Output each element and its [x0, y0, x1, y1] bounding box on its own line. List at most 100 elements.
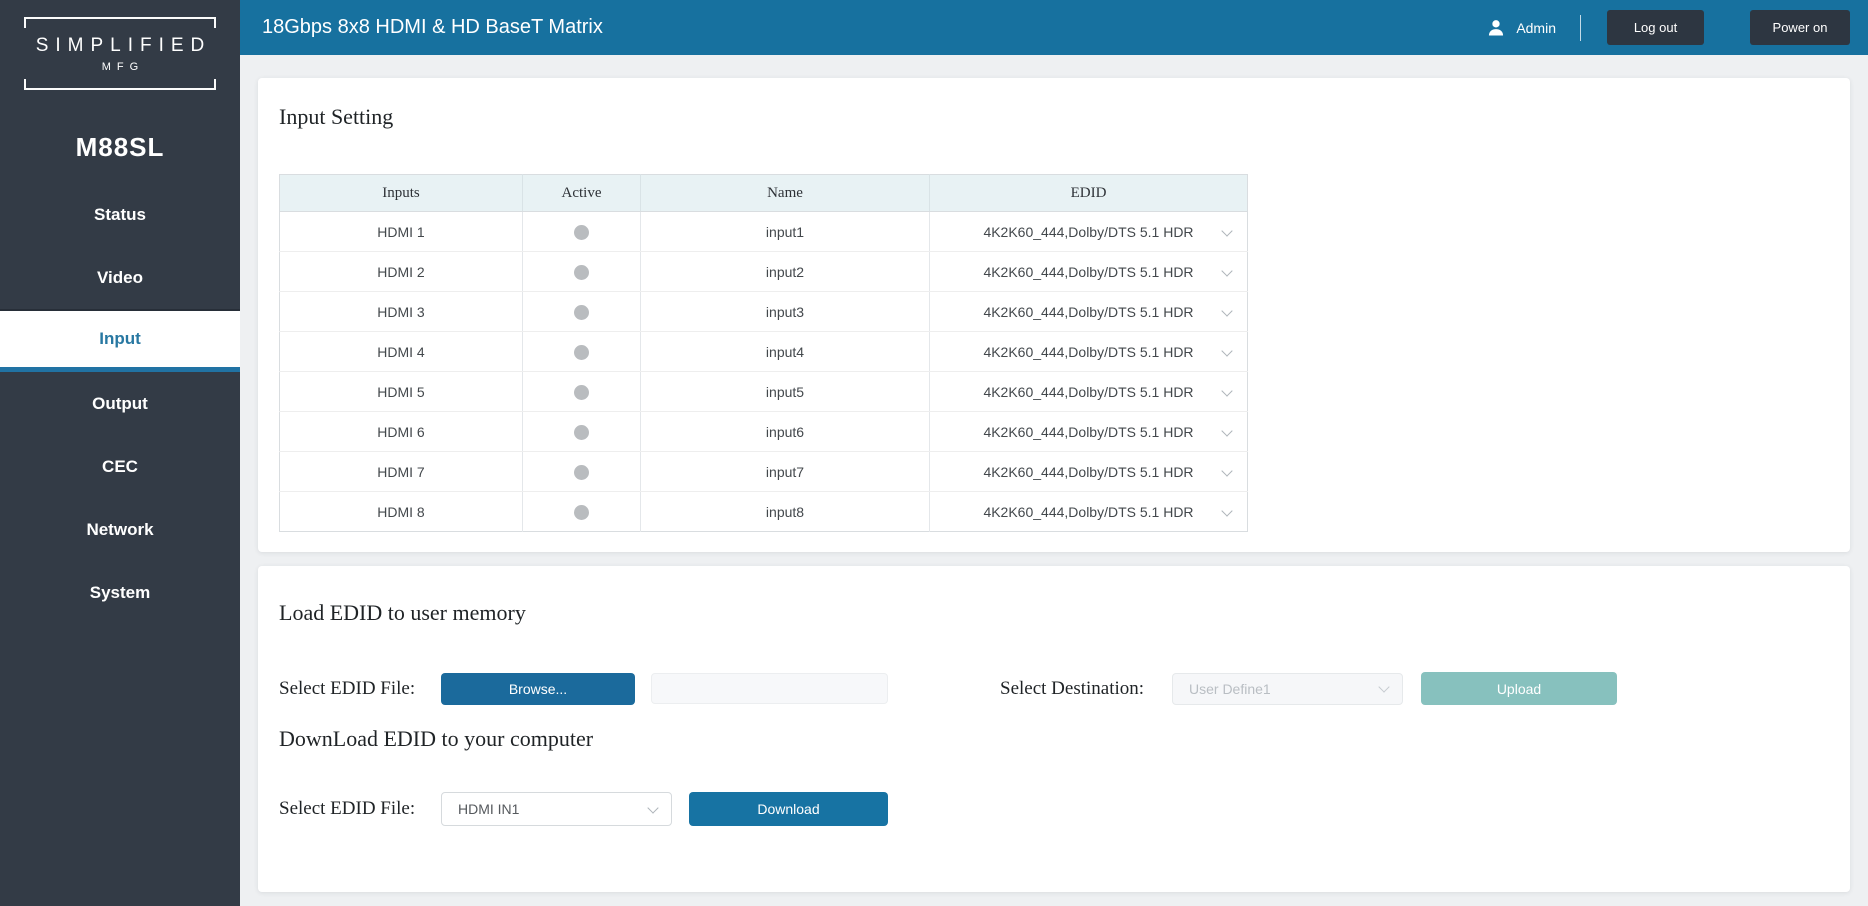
active-cell: [523, 492, 641, 532]
chevron-down-icon: [647, 802, 658, 813]
active-cell: [523, 372, 641, 412]
name-cell[interactable]: input8: [641, 492, 930, 532]
select-edid-file-label-download: Select EDID File:: [279, 798, 441, 820]
user-name: Admin: [1516, 20, 1556, 36]
edid-select-value: 4K2K60_444,Dolby/DTS 5.1 HDR: [983, 424, 1193, 440]
load-edid-title: Load EDID to user memory: [279, 598, 1850, 628]
logout-button[interactable]: Log out: [1607, 10, 1704, 45]
input-cell: HDMI 8: [280, 492, 523, 532]
upload-button[interactable]: Upload: [1421, 672, 1617, 705]
browse-button[interactable]: Browse...: [441, 673, 635, 705]
active-indicator: [574, 505, 589, 520]
chevron-down-icon: [1221, 305, 1232, 316]
table-row: HDMI 4input44K2K60_444,Dolby/DTS 5.1 HDR: [280, 332, 1248, 372]
select-destination-label: Select Destination:: [1000, 678, 1172, 700]
edid-select[interactable]: 4K2K60_444,Dolby/DTS 5.1 HDR: [930, 492, 1248, 532]
content: Input Setting Inputs Active Name EDID HD…: [240, 55, 1868, 906]
topbar: 18Gbps 8x8 HDMI & HD BaseT Matrix Admin …: [240, 0, 1868, 55]
sidebar-item-system[interactable]: System: [0, 561, 240, 624]
column-name: Name: [641, 175, 930, 212]
input-cell: HDMI 2: [280, 252, 523, 292]
name-cell[interactable]: input6: [641, 412, 930, 452]
input-cell: HDMI 5: [280, 372, 523, 412]
input-table: Inputs Active Name EDID HDMI 1input14K2K…: [279, 174, 1248, 532]
name-cell[interactable]: input1: [641, 212, 930, 252]
sidebar-item-output[interactable]: Output: [0, 372, 240, 435]
column-edid: EDID: [930, 175, 1248, 212]
active-cell: [523, 212, 641, 252]
name-cell[interactable]: input5: [641, 372, 930, 412]
download-edid-row: Select EDID File: HDMI IN1 Download: [279, 792, 1850, 826]
input-setting-card: Input Setting Inputs Active Name EDID HD…: [258, 78, 1850, 552]
edid-select[interactable]: 4K2K60_444,Dolby/DTS 5.1 HDR: [930, 412, 1248, 452]
sidebar-item-network[interactable]: Network: [0, 498, 240, 561]
edid-select[interactable]: 4K2K60_444,Dolby/DTS 5.1 HDR: [930, 372, 1248, 412]
select-edid-file-label: Select EDID File:: [279, 678, 441, 700]
chevron-down-icon: [1221, 265, 1232, 276]
chevron-down-icon: [1221, 345, 1232, 356]
edid-file-field[interactable]: [651, 673, 888, 704]
destination-select-value: User Define1: [1189, 681, 1271, 697]
table-row: HDMI 8 input8 4K2K60_444,Dolby/DTS 5.1 HDR: [280, 492, 1248, 532]
app-root: SIMPLIFIED MFG M88SL Status Video Input …: [0, 0, 1868, 906]
edid-select[interactable]: 4K2K60_444,Dolby/DTS 5.1 HDR: [930, 252, 1248, 292]
edid-select[interactable]: 4K2K60_444,Dolby/DTS 5.1 HDR: [930, 212, 1248, 252]
edid-card: Load EDID to user memory Select EDID Fil…: [258, 566, 1850, 892]
sidebar-item-video[interactable]: Video: [0, 246, 240, 309]
column-inputs: Inputs: [280, 175, 523, 212]
name-cell[interactable]: input3: [641, 292, 930, 332]
active-indicator: [574, 425, 589, 440]
input-cell: HDMI 7: [280, 452, 523, 492]
name-cell[interactable]: input2: [641, 252, 930, 292]
destination-select[interactable]: User Define1: [1172, 673, 1403, 705]
edid-source-select-value: HDMI IN1: [458, 801, 519, 817]
chevron-down-icon: [1221, 465, 1232, 476]
sidebar-nav: Status Video Input Output CEC Network Sy…: [0, 183, 240, 624]
active-indicator: [574, 225, 589, 240]
input-setting-title: Input Setting: [279, 102, 1850, 132]
edid-select[interactable]: 4K2K60_444,Dolby/DTS 5.1 HDR: [930, 332, 1248, 372]
active-indicator: [574, 305, 589, 320]
edid-select[interactable]: 4K2K60_444,Dolby/DTS 5.1 HDR: [930, 292, 1248, 332]
sidebar-item-status[interactable]: Status: [0, 183, 240, 246]
logo-frame-top: [24, 17, 216, 28]
edid-source-select[interactable]: HDMI IN1: [441, 792, 672, 826]
name-cell[interactable]: input4: [641, 332, 930, 372]
input-cell: HDMI 3: [280, 292, 523, 332]
active-cell: [523, 252, 641, 292]
brand-logo: SIMPLIFIED MFG: [24, 17, 216, 90]
topbar-right: Admin Log out Power on: [1486, 10, 1850, 45]
sidebar-item-input[interactable]: Input: [0, 309, 240, 372]
active-indicator: [574, 385, 589, 400]
column-active: Active: [523, 175, 641, 212]
download-edid-title: DownLoad EDID to your computer: [279, 724, 1850, 754]
table-row: HDMI 6 input6 4K2K60_444,Dolby/DTS 5.1 HDR: [280, 412, 1248, 452]
download-button[interactable]: Download: [689, 792, 888, 826]
load-edid-row: Select EDID File: Browse... Select Desti…: [279, 672, 1850, 705]
edid-select-value: 4K2K60_444,Dolby/DTS 5.1 HDR: [983, 384, 1193, 400]
model-name: M88SL: [76, 132, 165, 163]
user-icon: [1486, 18, 1506, 38]
input-cell: HDMI 6: [280, 412, 523, 452]
active-cell: [523, 452, 641, 492]
table-row: HDMI 7 input7 4K2K60_444,Dolby/DTS 5.1 HDR: [280, 452, 1248, 492]
logo-frame-bottom: [24, 79, 216, 90]
chevron-down-icon: [1221, 225, 1232, 236]
page-title: 18Gbps 8x8 HDMI & HD BaseT Matrix: [262, 16, 603, 39]
edid-select-value: 4K2K60_444,Dolby/DTS 5.1 HDR: [983, 464, 1193, 480]
table-header-row: Inputs Active Name EDID: [280, 175, 1248, 212]
chevron-down-icon: [1378, 681, 1389, 692]
edid-select[interactable]: 4K2K60_444,Dolby/DTS 5.1 HDR: [930, 452, 1248, 492]
edid-select-value: 4K2K60_444,Dolby/DTS 5.1 HDR: [983, 264, 1193, 280]
active-cell: [523, 412, 641, 452]
name-cell[interactable]: input7: [641, 452, 930, 492]
topbar-divider: [1580, 15, 1581, 41]
edid-select-value: 4K2K60_444,Dolby/DTS 5.1 HDR: [983, 504, 1193, 520]
edid-select-value: 4K2K60_444,Dolby/DTS 5.1 HDR: [983, 224, 1193, 240]
active-cell: [523, 292, 641, 332]
active-indicator: [574, 265, 589, 280]
sidebar-item-cec[interactable]: CEC: [0, 435, 240, 498]
logo-subtext: MFG: [96, 61, 144, 73]
sidebar: SIMPLIFIED MFG M88SL Status Video Input …: [0, 0, 240, 906]
power-button[interactable]: Power on: [1750, 10, 1850, 45]
